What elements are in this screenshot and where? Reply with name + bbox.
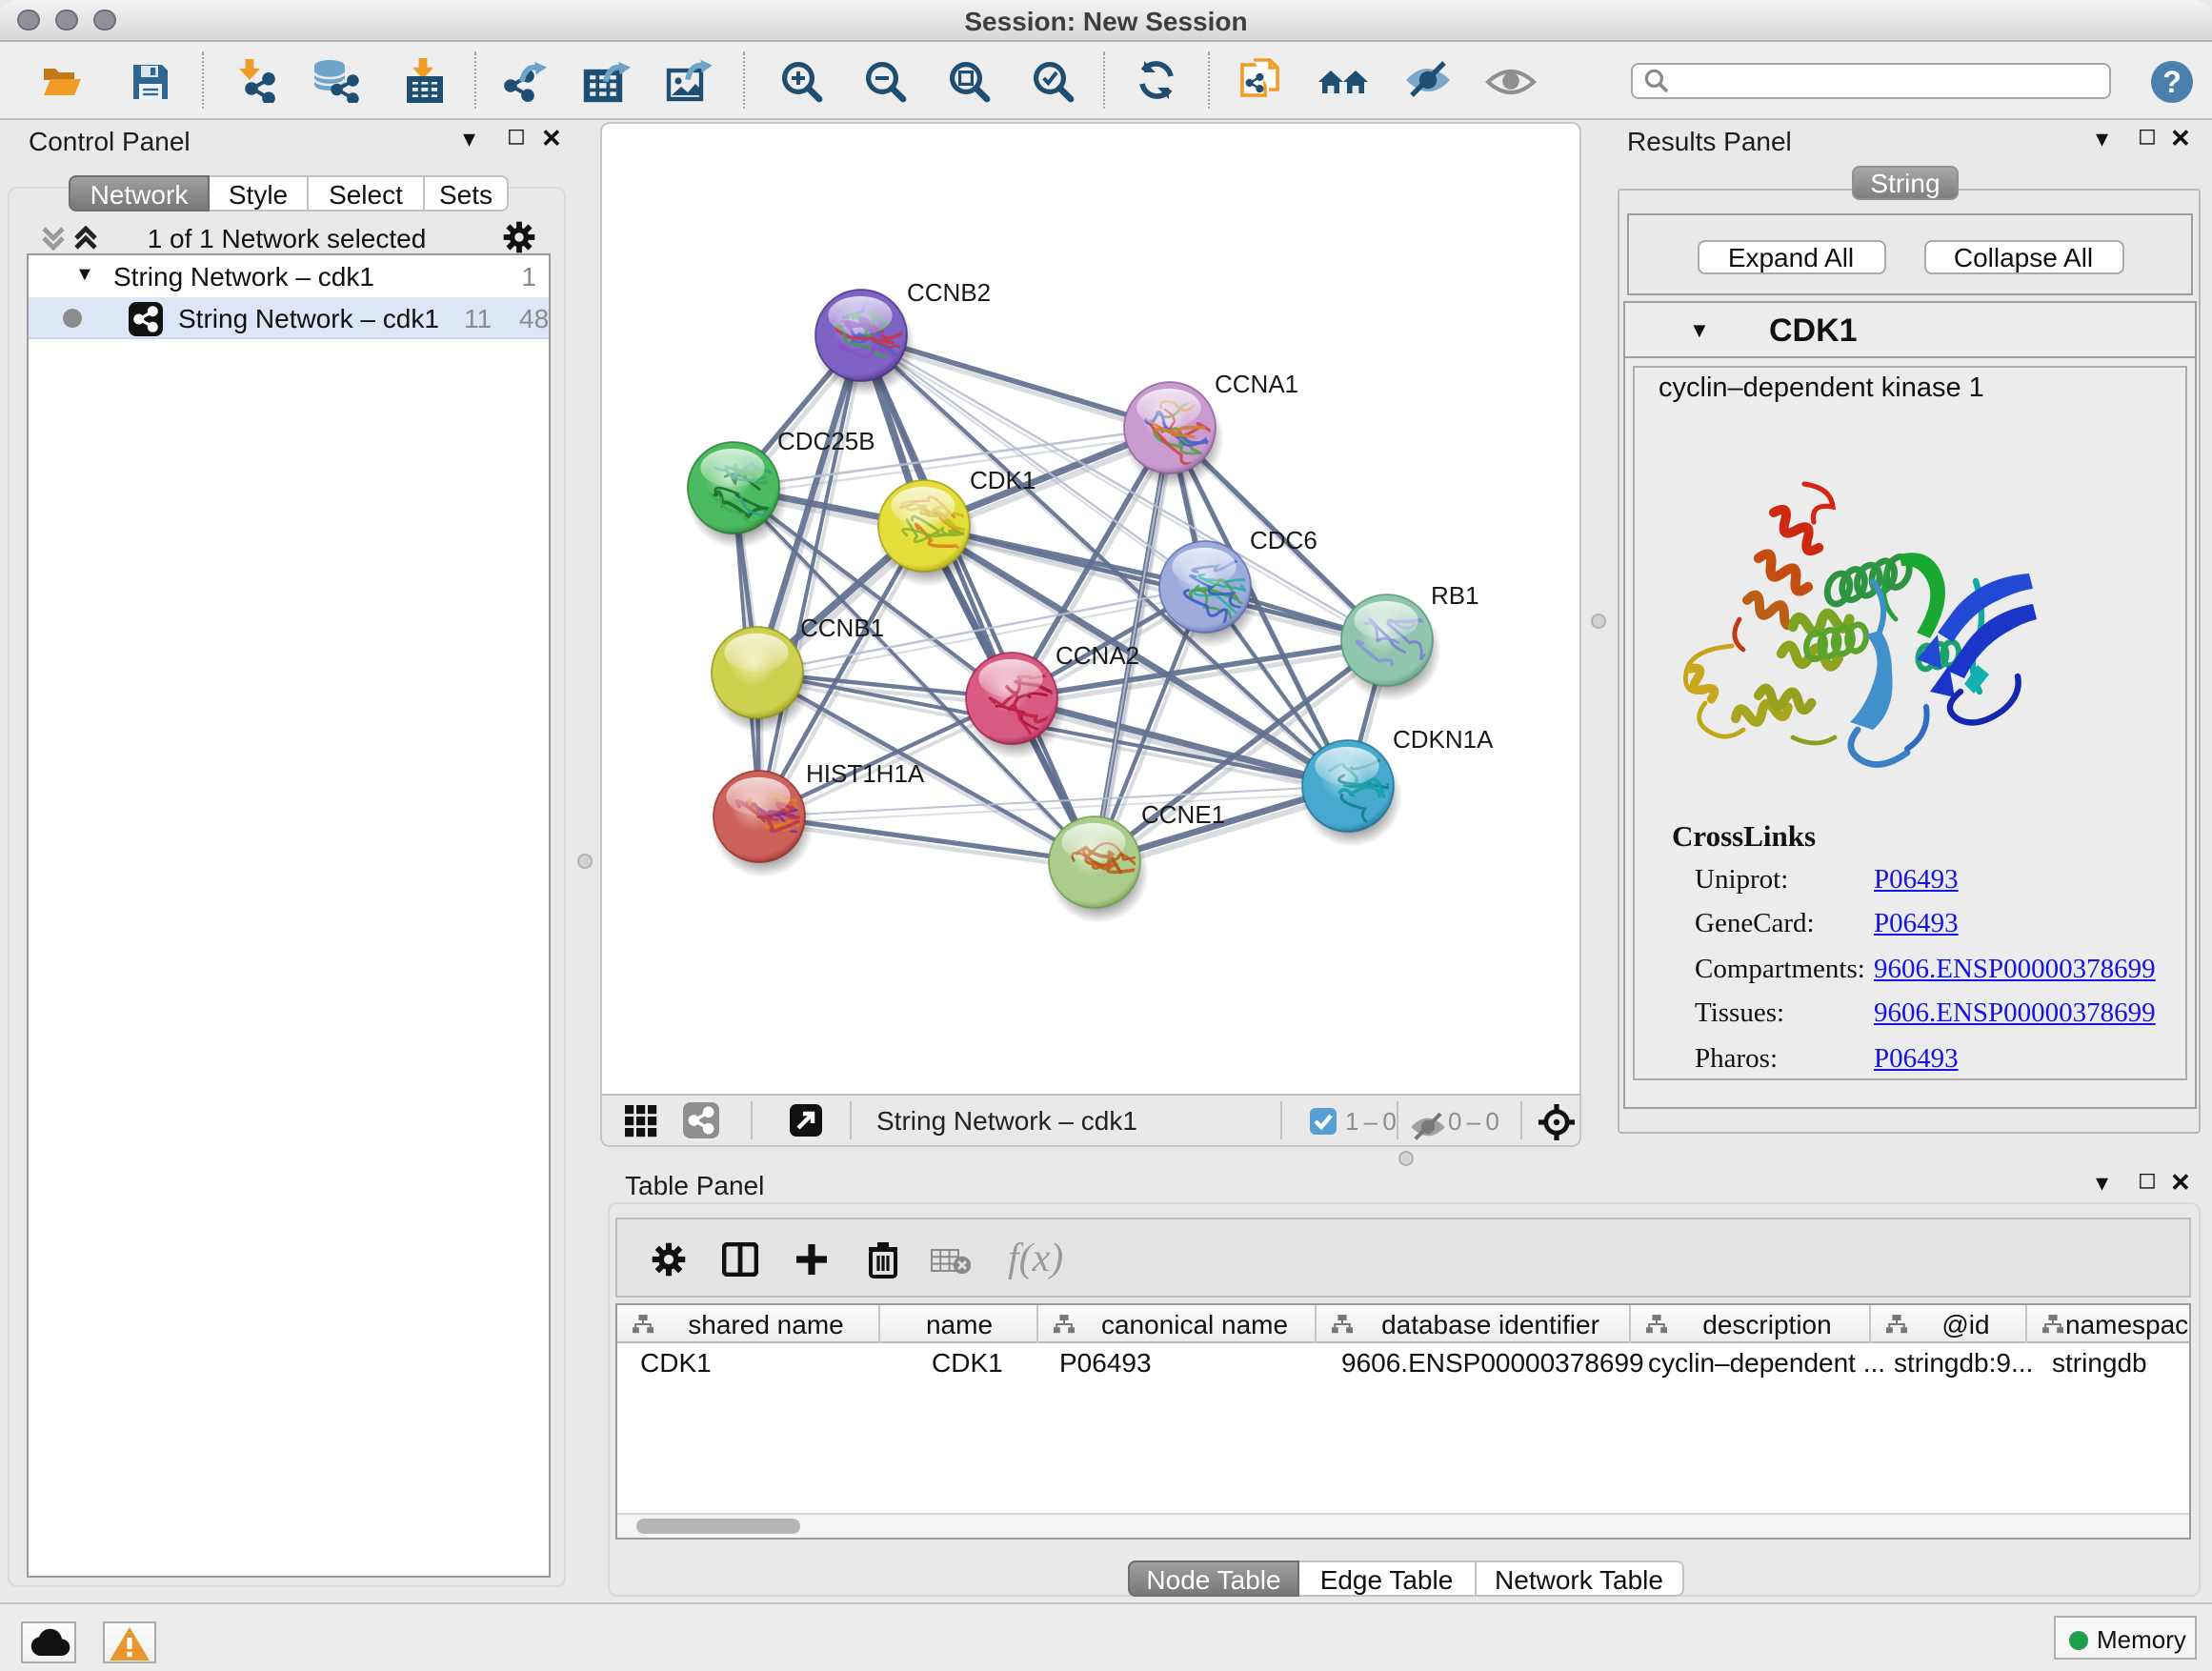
- svg-text:CDK1: CDK1: [970, 465, 1036, 493]
- svg-text:CDKN1A: CDKN1A: [1393, 724, 1494, 753]
- svg-text:?: ?: [2162, 65, 2182, 99]
- svg-text:CDC25B: CDC25B: [777, 426, 875, 454]
- svg-text:CDC6: CDC6: [1250, 525, 1317, 554]
- svg-text:CCNA1: CCNA1: [1215, 369, 1298, 397]
- svg-text:RB1: RB1: [1431, 580, 1479, 609]
- svg-text:CCNB2: CCNB2: [907, 277, 991, 306]
- svg-text:CCNE1: CCNE1: [1141, 799, 1225, 828]
- svg-text:HIST1H1A: HIST1H1A: [806, 758, 925, 787]
- svg-text:CCNA2: CCNA2: [1056, 640, 1139, 669]
- svg-text:CCNB1: CCNB1: [800, 613, 884, 641]
